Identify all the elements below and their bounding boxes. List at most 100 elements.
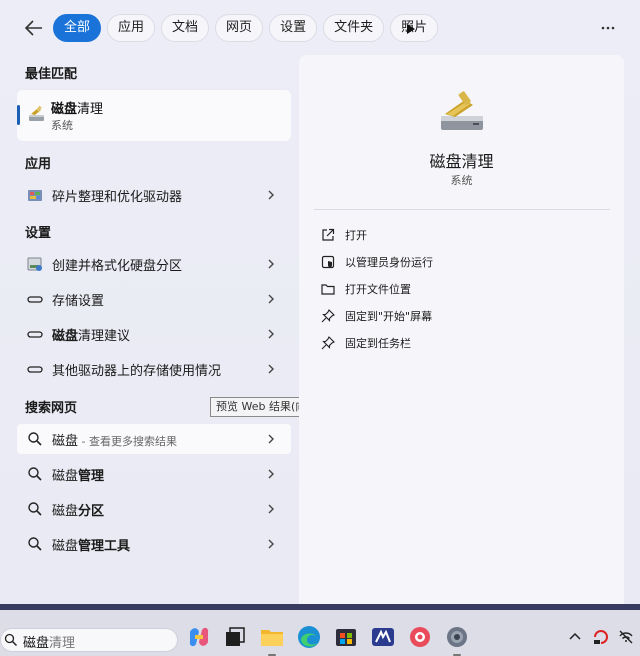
best-match-title: 磁盘清理 <box>51 102 104 117</box>
list-item-label: 创建并格式化硬盘分区 <box>52 259 183 274</box>
list-item[interactable]: 存储设置 <box>17 284 291 314</box>
taskbar-search-box[interactable]: 磁盘清理 <box>0 628 178 652</box>
chevron-right-icon <box>268 469 274 479</box>
folder-icon <box>321 284 335 295</box>
action-label: 固定到"开始"屏幕 <box>345 310 433 323</box>
back-button[interactable] <box>22 16 46 40</box>
tab-apps[interactable]: 应用 <box>107 14 156 42</box>
drive-icon <box>27 331 43 338</box>
search-icon <box>28 467 42 481</box>
chevron-right-icon <box>268 504 274 514</box>
network-off-icon <box>619 630 633 644</box>
list-item-label: 碎片整理和优化驱动器 <box>52 190 183 205</box>
chevron-right-icon <box>268 190 274 200</box>
best-match-item[interactable]: 磁盘清理 系统 <box>17 90 291 141</box>
open-external-icon <box>322 228 335 241</box>
tab-settings[interactable]: 设置 <box>269 14 318 42</box>
copilot-button[interactable] <box>186 624 212 650</box>
drive-icon <box>27 366 43 373</box>
more-options-button[interactable] <box>598 18 618 38</box>
action-label: 打开 <box>345 229 367 242</box>
app-icon <box>410 627 430 647</box>
action-label: 固定到任务栏 <box>345 337 411 350</box>
edge-icon <box>298 626 320 648</box>
search-icon <box>4 633 18 647</box>
disk-cleanup-icon <box>29 105 44 121</box>
more-tabs-button[interactable] <box>406 20 420 36</box>
network-status[interactable] <box>617 628 635 646</box>
file-explorer-button[interactable] <box>259 624 285 656</box>
action-label: 以管理员身份运行 <box>345 256 433 269</box>
best-match-subtitle: 系统 <box>51 119 73 132</box>
tab-web[interactable]: 网页 <box>215 14 264 42</box>
detail-pane: 磁盘清理 系统 打开 以管理员身份运行 打开文件位置 固定到"开始"屏幕 固定到… <box>299 55 624 604</box>
tab-folders[interactable]: 文件夹 <box>323 14 385 42</box>
settings-button[interactable] <box>444 624 470 656</box>
list-item-label: 其他驱动器上的存储使用情况 <box>52 364 222 379</box>
list-item-label: 磁盘分区 <box>52 504 105 519</box>
search-icon <box>28 432 42 446</box>
pin-icon <box>321 309 335 323</box>
chevron-right-icon <box>268 364 274 374</box>
detail-title: 磁盘清理 <box>429 152 494 171</box>
shield-admin-icon <box>321 255 335 269</box>
more-horizontal-icon <box>601 26 615 30</box>
chevron-right-icon <box>268 329 274 339</box>
web-search-heading: 搜索网页 <box>25 401 78 416</box>
list-item[interactable]: 磁盘清理建议 <box>17 319 291 349</box>
list-item[interactable]: 其他驱动器上的存储使用情况 <box>17 354 291 384</box>
web-result-item[interactable]: 磁盘管理 <box>17 459 291 489</box>
store-icon <box>336 629 356 646</box>
disk-cleanup-icon <box>441 91 483 130</box>
filter-tabs: 全部 应用 文档 网页 设置 文件夹 照片 <box>53 14 439 42</box>
list-item[interactable]: 创建并格式化硬盘分区 <box>17 249 291 279</box>
arrow-left-icon <box>25 20 42 36</box>
show-hidden-icons-button[interactable] <box>566 628 584 646</box>
chevron-right-icon <box>268 294 274 304</box>
web-result-item[interactable]: 磁盘管理工具 <box>17 529 291 559</box>
copilot-icon <box>189 627 209 647</box>
defrag-icon <box>28 190 42 201</box>
list-item-label: 磁盘 - 查看更多搜索结果 <box>52 434 177 449</box>
edge-button[interactable] <box>296 624 322 650</box>
list-item[interactable]: 碎片整理和优化驱动器 <box>17 180 291 210</box>
list-item-label: 磁盘清理建议 <box>52 329 131 344</box>
taskbar: 磁盘清理 <box>0 604 640 656</box>
search-query: 磁盘清理 <box>23 636 76 651</box>
tab-documents[interactable]: 文档 <box>161 14 210 42</box>
web-result-item[interactable]: 磁盘 - 查看更多搜索结果 <box>17 424 291 454</box>
drive-icon <box>27 296 43 303</box>
search-panel: 全部 应用 文档 网页 设置 文件夹 照片 最佳匹配 磁盘清理 系统 应用 碎片… <box>0 0 640 604</box>
taskbar-app[interactable] <box>407 624 433 650</box>
store-button[interactable] <box>333 624 359 650</box>
detail-subtitle: 系统 <box>450 174 473 187</box>
list-item-label: 存储设置 <box>52 294 105 309</box>
search-icon <box>28 537 42 551</box>
list-item-label: 磁盘管理工具 <box>52 539 131 554</box>
taskbar-app[interactable] <box>370 624 396 650</box>
selection-indicator <box>17 105 20 125</box>
pin-icon <box>321 336 335 350</box>
app-icon <box>372 628 394 646</box>
task-view-icon <box>226 627 245 646</box>
tray-app[interactable] <box>592 628 610 646</box>
divider <box>314 209 610 210</box>
task-view-button[interactable] <box>222 624 248 650</box>
web-result-item[interactable]: 磁盘分区 <box>17 494 291 524</box>
settings-gear-icon <box>447 627 467 647</box>
app-icon <box>594 630 608 644</box>
disk-management-icon <box>27 257 42 271</box>
list-item-label: 磁盘管理 <box>52 469 105 484</box>
tab-all[interactable]: 全部 <box>53 14 102 42</box>
file-explorer-icon <box>261 630 283 646</box>
chevron-right-icon <box>268 539 274 549</box>
chevron-right-icon <box>268 259 274 269</box>
action-label: 打开文件位置 <box>345 283 411 296</box>
settings-heading: 设置 <box>25 226 52 241</box>
chevron-right-icon <box>268 434 274 444</box>
apps-heading: 应用 <box>25 157 52 172</box>
play-icon <box>407 24 415 34</box>
chevron-up-icon <box>569 632 581 640</box>
search-icon <box>28 502 42 516</box>
best-match-heading: 最佳匹配 <box>25 67 78 82</box>
